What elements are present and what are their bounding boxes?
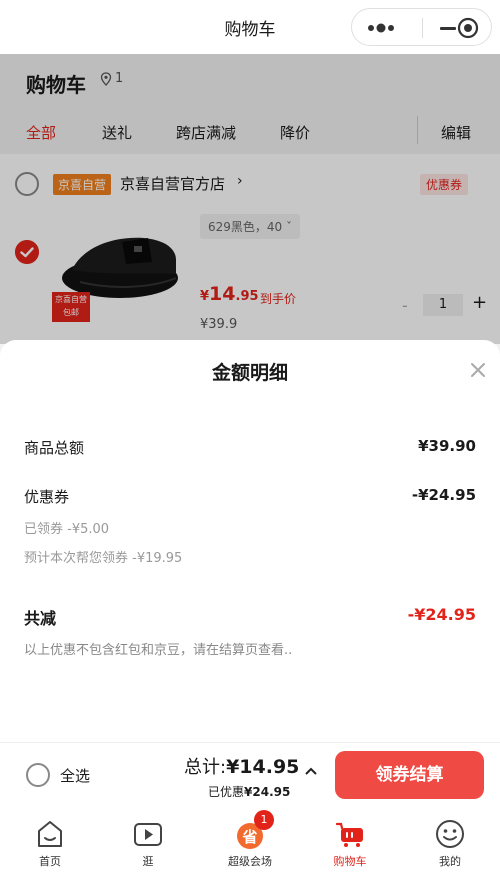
checkout-button[interactable]: 领券结算 [335, 751, 484, 799]
cart-icon [335, 822, 363, 847]
bottom-tabbar: 首页 逛 省 1 超级会场 购物车 我的 [0, 808, 500, 873]
tab-super-venue[interactable]: 省 1 超级会场 [210, 808, 290, 873]
total-reduce-value: -¥24.95 [407, 605, 476, 624]
tab-label-home: 首页 [39, 855, 61, 868]
coupon-value: -¥24.95 [411, 486, 476, 504]
sheet-title: 金额明细 [211, 362, 288, 384]
saved-amount: 已优惠¥24.95 [208, 785, 291, 799]
goods-total-label: 商品总额 [24, 439, 85, 457]
tab-cart[interactable]: 购物车 [310, 808, 390, 873]
more-options-icon[interactable] [366, 22, 400, 34]
svg-text:省: 省 [241, 828, 257, 846]
smiley-icon [436, 820, 464, 848]
select-all-label[interactable]: 全选 [60, 765, 90, 786]
video-play-icon [134, 823, 162, 846]
estimated-coupon-text: 预计本次帮您领券 -¥19.95 [24, 551, 183, 566]
modal-backdrop[interactable] [0, 54, 500, 344]
close-icon[interactable] [468, 360, 488, 380]
total-amount: 总计:¥14.95 [184, 756, 300, 778]
home-icon [38, 821, 62, 847]
tab-mine[interactable]: 我的 [410, 808, 490, 873]
capsule-divider [422, 18, 423, 38]
tab-label-mine: 我的 [439, 855, 461, 868]
miniprogram-capsule [351, 8, 492, 46]
checkout-bar: 全选 总计:¥14.95 已优惠¥24.95 领券结算 [0, 742, 500, 808]
minimize-icon[interactable] [438, 18, 458, 38]
claimed-coupon-text: 已领券 -¥5.00 [24, 522, 110, 537]
tab-browse[interactable]: 逛 [108, 808, 188, 873]
close-miniprogram-icon[interactable] [456, 16, 480, 40]
tab-label-super-venue: 超级会场 [228, 855, 272, 868]
discount-note: 以上优惠不包含红包和京豆，请在结算页查看.. [24, 643, 293, 658]
notification-badge: 1 [254, 810, 274, 830]
select-all-checkbox[interactable] [26, 763, 50, 787]
tab-label-cart: 购物车 [333, 855, 367, 868]
amount-detail-sheet: 金额明细 商品总额 ¥39.90 优惠券 -¥24.95 已领券 -¥5.00 … [0, 340, 500, 742]
coupon-label: 优惠券 [24, 488, 70, 506]
chevron-up-icon[interactable] [303, 763, 319, 779]
goods-total-value: ¥39.90 [418, 437, 476, 455]
total-reduce-label: 共减 [24, 609, 57, 628]
top-nav-bar: 购物车 [0, 0, 500, 54]
tab-home[interactable]: 首页 [10, 808, 90, 873]
tab-label-browse: 逛 [142, 855, 154, 868]
